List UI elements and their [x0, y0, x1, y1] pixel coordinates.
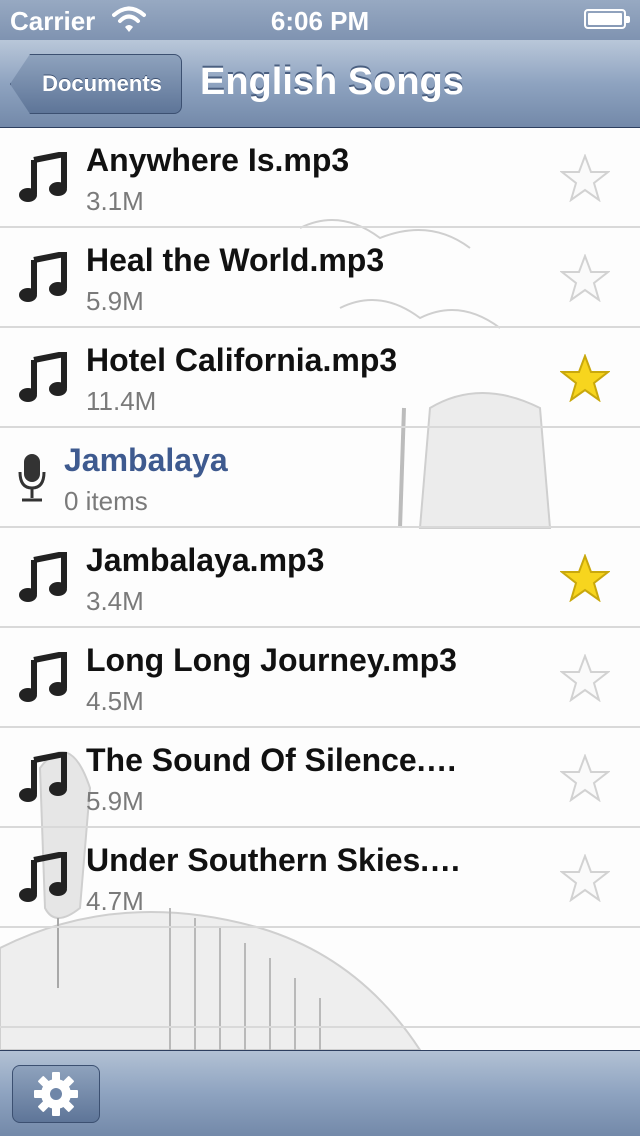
list-item[interactable]: The Sound Of Silence.… 5.9M: [0, 728, 640, 828]
star-icon[interactable]: [560, 654, 610, 702]
list-item[interactable]: Long Long Journey.mp3 4.5M: [0, 628, 640, 728]
music-note-icon: [19, 352, 67, 402]
bottom-toolbar: [0, 1050, 640, 1136]
folder-item-count: 0 items: [64, 486, 148, 516]
empty-row: [0, 928, 640, 1028]
navigation-bar: Documents English Songs: [0, 40, 640, 128]
star-icon[interactable]: [560, 754, 610, 802]
file-size: 4.7M: [86, 886, 144, 916]
list-item[interactable]: Jambalaya.mp3 3.4M: [0, 528, 640, 628]
file-name: The Sound Of Silence.…: [86, 742, 458, 778]
folder-name: Jambalaya: [64, 442, 228, 478]
star-icon[interactable]: [560, 254, 610, 302]
microphone-icon: [18, 454, 46, 502]
star-icon[interactable]: [560, 854, 610, 902]
list-item[interactable]: Jambalaya 0 items: [0, 428, 640, 528]
music-note-icon: [19, 652, 67, 702]
file-size: 4.5M: [86, 686, 144, 716]
file-size: 3.4M: [86, 586, 144, 616]
file-name: Hotel California.mp3: [86, 342, 398, 378]
file-name: Jambalaya.mp3: [86, 542, 325, 578]
back-button[interactable]: Documents: [10, 54, 182, 114]
list-item[interactable]: Hotel California.mp3 11.4M: [0, 328, 640, 428]
file-size: 5.9M: [86, 286, 144, 316]
file-name: Heal the World.mp3: [86, 242, 385, 278]
settings-button[interactable]: [12, 1065, 100, 1123]
music-note-icon: [19, 852, 67, 902]
gear-icon: [34, 1072, 78, 1116]
star-icon[interactable]: [560, 354, 610, 402]
star-icon[interactable]: [560, 554, 610, 602]
music-note-icon: [19, 252, 67, 302]
file-name: Long Long Journey.mp3: [86, 642, 457, 678]
music-note-icon: [19, 552, 67, 602]
file-name: Under Southern Skies.…: [86, 842, 462, 878]
list-item[interactable]: Heal the World.mp3 5.9M: [0, 228, 640, 328]
list-item[interactable]: Under Southern Skies.… 4.7M: [0, 828, 640, 928]
file-size: 5.9M: [86, 786, 144, 816]
status-bar: Carrier 6:06 PM: [0, 0, 640, 40]
file-list: Anywhere Is.mp3 3.1M Heal the World.mp3 …: [0, 128, 640, 1028]
page-title: English Songs: [200, 61, 464, 103]
file-size: 3.1M: [86, 186, 144, 216]
file-list-area[interactable]: Anywhere Is.mp3 3.1M Heal the World.mp3 …: [0, 128, 640, 1050]
battery-icon: [584, 9, 630, 29]
file-size: 11.4M: [86, 386, 157, 416]
star-icon[interactable]: [560, 154, 610, 202]
status-time: 6:06 PM: [270, 6, 370, 36]
file-name: Anywhere Is.mp3: [86, 142, 350, 178]
music-note-icon: [19, 152, 67, 202]
music-note-icon: [19, 752, 67, 802]
list-item[interactable]: Anywhere Is.mp3 3.1M: [0, 128, 640, 228]
